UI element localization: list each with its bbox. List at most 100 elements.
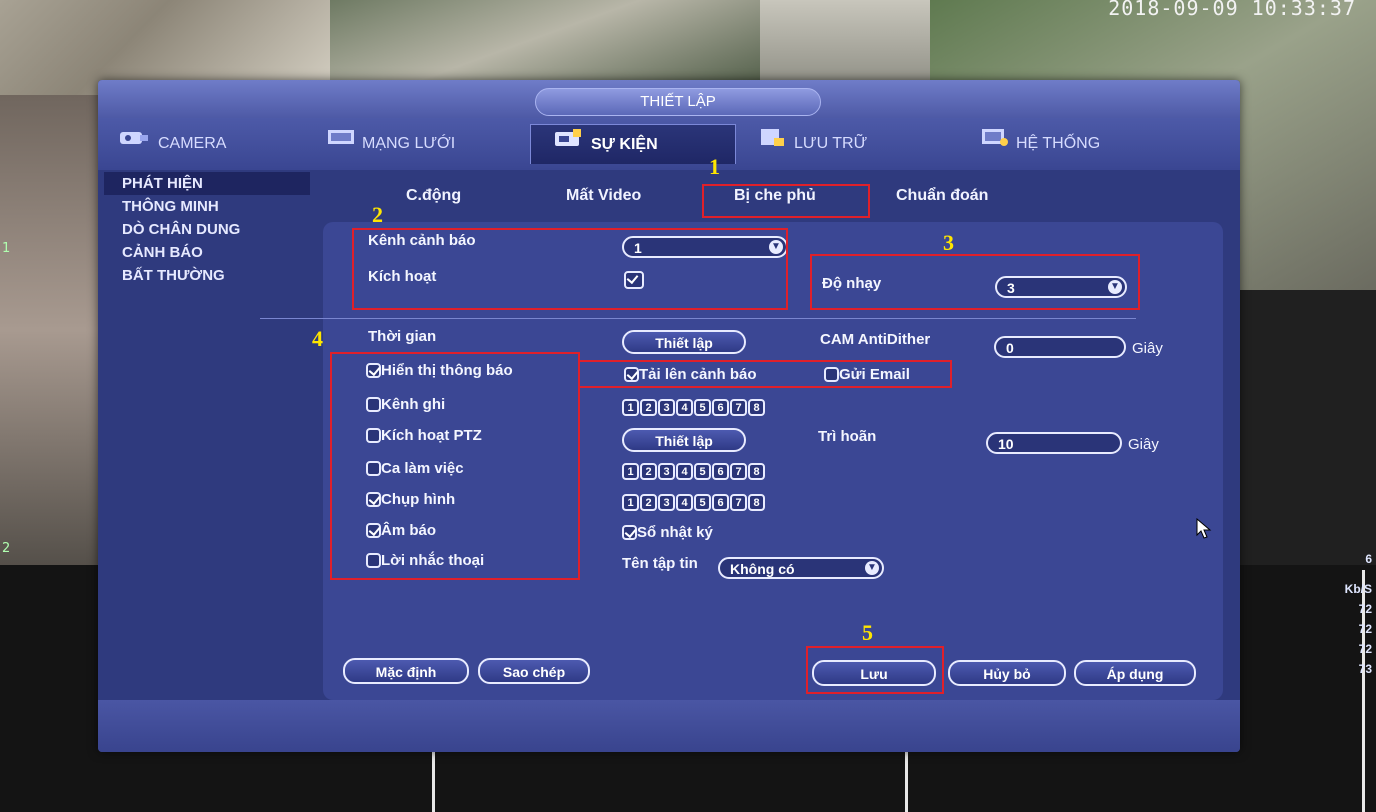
cam-antidither-input[interactable]: 0	[994, 336, 1126, 358]
channel-toggle[interactable]: 4	[676, 494, 693, 511]
step-annotation: 2	[372, 202, 383, 227]
window-title: THIẾT LẬP	[535, 88, 821, 116]
channel-toggle[interactable]: 5	[694, 494, 711, 511]
stat-unit: Kb/S	[1344, 582, 1372, 596]
cursor-icon	[1196, 517, 1212, 545]
channel-toggle[interactable]: 1	[622, 399, 639, 416]
sidebar-item-alarm[interactable]: CẢNH BÁO	[104, 241, 310, 264]
sidebar-item-detect[interactable]: PHÁT HIỆN	[104, 172, 310, 195]
storage-icon	[758, 124, 788, 164]
settings-window: THIẾT LẬP CAMERA MẠNG LƯỚI SỰ KIỆN LƯU T…	[98, 80, 1240, 752]
timestamp: 2018-09-09 10:33:37	[1108, 0, 1356, 20]
camera-feed-5	[0, 95, 100, 565]
cam-label-2: 2	[2, 541, 11, 556]
event-icon	[553, 125, 585, 165]
channel-toggle[interactable]: 4	[676, 399, 693, 416]
channel-toggle[interactable]: 1	[622, 494, 639, 511]
time-setup-button[interactable]: Thiết lập	[622, 330, 746, 354]
channel-toggle[interactable]: 2	[640, 494, 657, 511]
tour-numbers: 12345678	[622, 462, 766, 480]
chevron-down-icon: ▼	[865, 561, 879, 575]
step-annotation: 4	[312, 326, 323, 351]
channel-toggle[interactable]: 6	[712, 463, 729, 480]
tab-network[interactable]: MẠNG LƯỚI	[326, 124, 516, 164]
network-icon	[326, 124, 356, 164]
sidebar-item-abnormal[interactable]: BẤT THƯỜNG	[104, 264, 310, 287]
subtab-video-loss[interactable]: Mất Video	[566, 178, 641, 214]
channel-toggle[interactable]: 8	[748, 494, 765, 511]
channel-toggle[interactable]: 2	[640, 399, 657, 416]
file-name-select[interactable]: Không có ▼	[718, 557, 884, 579]
log-checkbox[interactable]	[622, 525, 637, 540]
stat-value: 72	[1358, 642, 1372, 656]
grid-divider	[905, 752, 908, 812]
log-label: Sổ nhật ký	[637, 524, 713, 541]
seconds-label: Giây	[1132, 340, 1163, 357]
channel-toggle[interactable]: 7	[730, 463, 747, 480]
highlight-box	[806, 646, 944, 694]
camera-feed-6	[1240, 290, 1376, 570]
tab-storage[interactable]: LƯU TRỮ	[758, 124, 948, 164]
channel-toggle[interactable]: 2	[640, 463, 657, 480]
channel-toggle[interactable]: 6	[712, 494, 729, 511]
sidebar: PHÁT HIỆN THÔNG MINH DÒ CHÂN DUNG CẢNH B…	[104, 172, 310, 287]
snapshot-numbers: 12345678	[622, 493, 766, 511]
channel-toggle[interactable]: 7	[730, 494, 747, 511]
cam-label-1: 1	[2, 241, 11, 256]
highlight-box	[578, 360, 952, 388]
delay-input[interactable]: 10	[986, 432, 1122, 454]
stat-value: 72	[1358, 622, 1372, 636]
step-annotation: 3	[943, 230, 954, 255]
tab-system[interactable]: HỆ THỐNG	[980, 124, 1180, 164]
main-tabs: CAMERA MẠNG LƯỚI SỰ KIỆN LƯU TRỮ HỆ THỐN…	[98, 118, 1240, 170]
tab-event[interactable]: SỰ KIỆN	[530, 124, 736, 164]
sidebar-item-smart[interactable]: THÔNG MINH	[104, 195, 310, 218]
tab-label: SỰ KIỆN	[591, 136, 658, 154]
tab-camera[interactable]: CAMERA	[118, 124, 308, 164]
title-bar: THIẾT LẬP	[98, 80, 1240, 118]
ptz-setup-button[interactable]: Thiết lập	[622, 428, 746, 452]
copy-button[interactable]: Sao chép	[478, 658, 590, 684]
highlight-box	[810, 254, 1140, 310]
highlight-box	[352, 228, 788, 310]
highlight-box	[330, 352, 580, 580]
cam-antidither-label: CAM AntiDither	[820, 331, 931, 348]
step-annotation: 1	[709, 154, 720, 179]
stat-value: 72	[1358, 602, 1372, 616]
file-name-label: Tên tập tin	[622, 555, 698, 572]
time-label: Thời gian	[368, 328, 437, 345]
apply-button[interactable]: Áp dụng	[1074, 660, 1196, 686]
default-button[interactable]: Mặc định	[343, 658, 469, 684]
stat-value: 6	[1365, 552, 1372, 566]
tab-label: CAMERA	[158, 135, 227, 153]
system-icon	[980, 124, 1010, 164]
tab-label: LƯU TRỮ	[794, 135, 868, 153]
record-channel-numbers: 12345678	[622, 398, 766, 416]
channel-toggle[interactable]: 5	[694, 399, 711, 416]
subtab-motion[interactable]: C.động	[406, 178, 461, 214]
channel-toggle[interactable]: 3	[658, 463, 675, 480]
channel-toggle[interactable]: 7	[730, 399, 747, 416]
channel-toggle[interactable]: 5	[694, 463, 711, 480]
stat-value: 73	[1358, 662, 1372, 676]
cancel-button[interactable]: Hủy bỏ	[948, 660, 1066, 686]
channel-toggle[interactable]: 6	[712, 399, 729, 416]
camera-icon	[118, 124, 152, 164]
tab-label: HỆ THỐNG	[1016, 135, 1101, 153]
channel-toggle[interactable]: 4	[676, 463, 693, 480]
highlight-box	[702, 184, 870, 218]
tab-label: MẠNG LƯỚI	[362, 135, 456, 153]
channel-toggle[interactable]: 8	[748, 463, 765, 480]
channel-toggle[interactable]: 8	[748, 399, 765, 416]
step-annotation: 5	[862, 620, 873, 645]
sidebar-item-face[interactable]: DÒ CHÂN DUNG	[104, 218, 310, 241]
grid-divider	[432, 752, 435, 812]
seconds-label: Giây	[1128, 436, 1159, 453]
log-option[interactable]: Sổ nhật ký	[622, 524, 713, 541]
channel-toggle[interactable]: 3	[658, 399, 675, 416]
channel-toggle[interactable]: 3	[658, 494, 675, 511]
divider	[260, 318, 1136, 319]
file-name-value: Không có	[730, 561, 795, 577]
subtab-diagnosis[interactable]: Chuẩn đoán	[896, 178, 988, 214]
channel-toggle[interactable]: 1	[622, 463, 639, 480]
